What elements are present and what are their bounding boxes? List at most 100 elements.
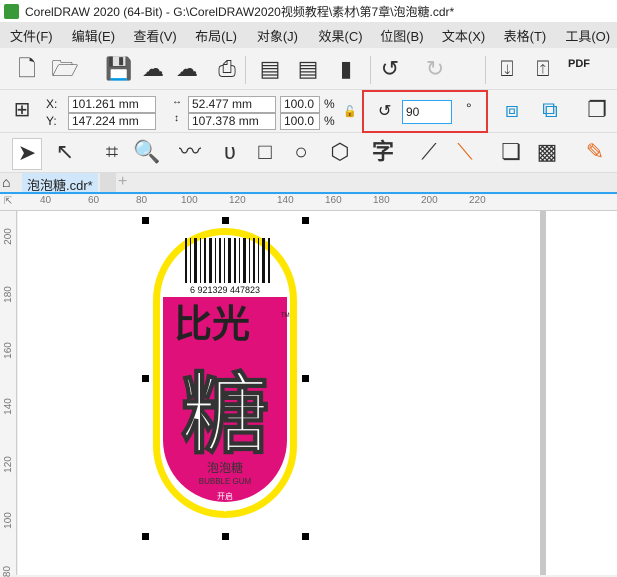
add-tab-button[interactable]: + <box>118 173 127 191</box>
brand-text: 比光 <box>174 304 250 346</box>
ruler-tick-label: 220 <box>469 195 486 206</box>
cut-icon[interactable]: ▤ <box>255 55 285 83</box>
export-icon[interactable]: ⍐ <box>528 55 558 83</box>
menu-table[interactable]: 表格(T) <box>494 26 556 45</box>
trademark: TM <box>281 313 290 319</box>
bubble-gum-label[interactable]: 6 921329 447823 比光 TM 糖 泡泡糖 BUBBLE GUM 开… <box>150 225 302 525</box>
new-document-icon[interactable]: 🗋 <box>12 55 42 83</box>
bubble-gum-en: BUBBLE GUM <box>199 477 252 486</box>
scale-x-input[interactable]: 100.0 <box>280 96 320 113</box>
import-icon[interactable]: ⍗ <box>492 55 522 83</box>
lock-ratio-icon[interactable]: 🔓 <box>343 105 357 118</box>
drop-shadow-icon[interactable]: ❏ <box>496 138 526 166</box>
arrange-icon[interactable]: ❐ <box>582 96 612 124</box>
property-bar: ⊞ X: Y: 101.261 mm 147.224 mm ↔ ↕ 52.477… <box>0 90 617 133</box>
zoom-tool-icon[interactable]: 🔍 <box>132 138 162 166</box>
ruler-tick-label: 180 <box>2 286 14 303</box>
menu-layout[interactable]: 布局(L) <box>185 26 247 45</box>
selection-handle[interactable] <box>142 217 149 224</box>
eyedropper-icon[interactable]: ✎ <box>580 138 610 166</box>
rotation-icon: ↺ <box>378 103 392 120</box>
ruler-tick-label: 140 <box>277 195 294 206</box>
mirror-horizontal-icon[interactable]: ⧈ <box>497 96 527 124</box>
ruler-tick-label: 40 <box>40 195 52 206</box>
ruler-tick-label: 180 <box>373 195 390 206</box>
print-icon[interactable]: ⎙ <box>212 55 242 83</box>
menu-text[interactable]: 文本(X) <box>432 26 494 45</box>
selection-handle[interactable] <box>222 533 229 540</box>
shape-tool-icon[interactable]: ↖ <box>50 138 80 166</box>
selection-handle[interactable] <box>302 533 309 540</box>
percent-label: % <box>324 97 335 111</box>
selection-handle[interactable] <box>222 217 229 224</box>
tab-document[interactable]: 泡泡糖.cdr* <box>22 173 98 193</box>
rotation-angle-input[interactable]: 90 <box>402 100 452 124</box>
height-icon: ↕ <box>174 113 179 124</box>
ruler-tick-label: 120 <box>2 456 14 473</box>
ruler-tick-label: 140 <box>2 398 14 415</box>
barcode-number: 6 921329 447823 <box>190 285 260 295</box>
menu-view[interactable]: 查看(V) <box>123 26 185 45</box>
pick-tool-icon[interactable]: ➤ <box>12 138 42 170</box>
bubble-gum-cn: 泡泡糖 <box>207 460 243 475</box>
height-input[interactable]: 107.378 mm <box>188 113 276 130</box>
degree-label: ° <box>466 100 472 116</box>
scale-y-input[interactable]: 100.0 <box>280 113 320 130</box>
ruler-tick-label: 160 <box>2 342 14 359</box>
ruler-tick-label: 80 <box>136 195 148 206</box>
polygon-tool-icon[interactable]: ⬡ <box>325 138 355 166</box>
horizontal-ruler: ⇱ 40 60 80 100 120 140 160 180 200 220 <box>0 195 617 211</box>
cloud-upload-icon[interactable]: ☁ <box>172 55 202 83</box>
cloud-download-icon[interactable]: ☁ <box>138 55 168 83</box>
home-icon[interactable]: ⌂ <box>2 174 10 190</box>
selection-handle[interactable] <box>302 217 309 224</box>
menu-bitmaps[interactable]: 位图(B) <box>370 26 432 45</box>
mirror-vertical-icon[interactable]: ⧉ <box>535 96 565 124</box>
paste-icon[interactable]: ▮ <box>331 55 361 83</box>
width-icon: ↔ <box>172 96 182 107</box>
selection-handle[interactable] <box>142 533 149 540</box>
x-label: X: <box>46 97 58 111</box>
ruler-tick-label: 80 <box>2 565 14 577</box>
connector-tool-icon[interactable]: ⟍ <box>450 138 480 166</box>
dimension-tool-icon[interactable]: ⟋ <box>414 138 444 166</box>
selection-handle[interactable] <box>302 375 309 382</box>
freehand-tool-icon[interactable]: 〰 <box>175 138 205 166</box>
reference-point-icon[interactable]: ⊞ <box>7 96 37 124</box>
publish-pdf-button[interactable]: PDF <box>568 58 590 70</box>
menu-file[interactable]: 文件(F) <box>0 26 62 45</box>
ellipse-tool-icon[interactable]: ○ <box>286 138 316 166</box>
artistic-media-icon[interactable]: ʋ <box>215 138 245 166</box>
redo-icon[interactable]: ↻ <box>420 55 450 83</box>
selection-handle[interactable] <box>142 375 149 382</box>
save-icon[interactable]: 💾 <box>104 55 134 83</box>
transparency-icon[interactable]: ▩ <box>532 138 562 166</box>
menu-object[interactable]: 对象(J) <box>247 26 309 45</box>
y-label: Y: <box>46 114 57 128</box>
ruler-tick-label: 200 <box>2 228 14 245</box>
y-position-input[interactable]: 147.224 mm <box>68 113 156 130</box>
percent-label: % <box>324 114 335 128</box>
ruler-tick-label: 120 <box>229 195 246 206</box>
page-shadow <box>540 211 546 575</box>
text-tool-icon[interactable]: 字 <box>368 138 398 166</box>
x-position-input[interactable]: 101.261 mm <box>68 96 156 113</box>
rectangle-tool-icon[interactable]: □ <box>250 138 280 166</box>
ruler-tick-label: 60 <box>88 195 100 206</box>
coreldraw-logo-icon <box>4 3 19 19</box>
drawing-canvas[interactable]: 6 921329 447823 比光 TM 糖 泡泡糖 BUBBLE GUM 开… <box>18 211 617 575</box>
open-text: 开启 <box>217 491 233 501</box>
ruler-tick-label: 160 <box>325 195 342 206</box>
window-title: CorelDRAW 2020 (64-Bit) - G:\CorelDRAW20… <box>25 4 455 19</box>
menu-tools[interactable]: 工具(O) <box>555 26 617 45</box>
width-input[interactable]: 52.477 mm <box>188 96 276 113</box>
menu-edit[interactable]: 编辑(E) <box>62 26 124 45</box>
menu-effects[interactable]: 效果(C) <box>309 26 371 45</box>
standard-toolbar: 🗋 🗁 💾 ☁ ☁ ⎙ ▤ ▤ ▮ ↺ ↻ ⍗ ⍐ PDF <box>0 48 617 90</box>
undo-icon[interactable]: ↺ <box>375 55 405 83</box>
document-tabs: ⌂ 泡泡糖.cdr* + <box>0 173 617 194</box>
crop-tool-icon[interactable]: ⌗ <box>97 138 127 166</box>
ruler-tick-label: 200 <box>421 195 438 206</box>
copy-icon[interactable]: ▤ <box>293 55 323 83</box>
open-folder-icon[interactable]: 🗁 <box>50 55 80 83</box>
